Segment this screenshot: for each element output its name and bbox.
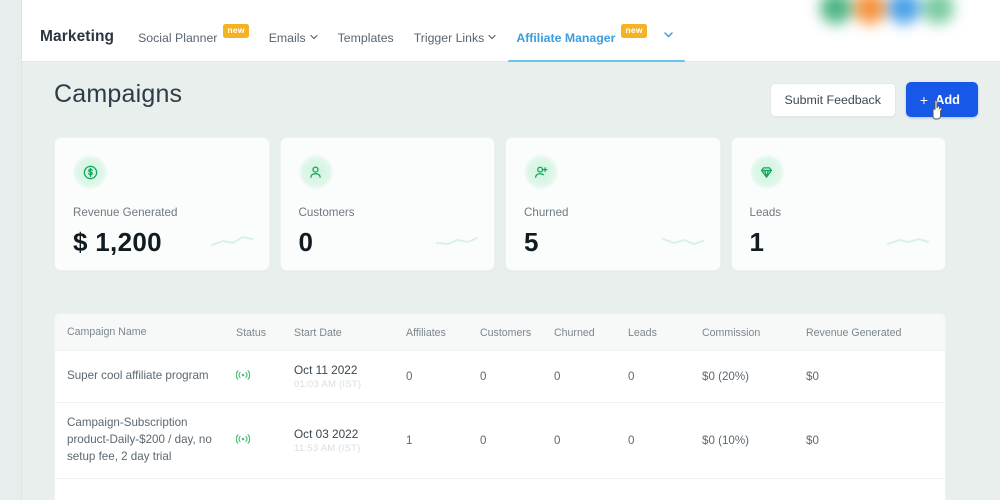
- start-date-value: Oct 03 2022: [294, 427, 394, 441]
- cell-status: [230, 351, 288, 403]
- app-window: Marketing Social Planner new Emails Temp…: [0, 0, 1000, 500]
- campaigns-table: Campaign Name Status Start Date Affiliat…: [54, 313, 946, 500]
- cell-campaign-name[interactable]: Super cool affiliate program: [55, 351, 230, 403]
- cell-leads: 0: [622, 351, 696, 403]
- column-header-churned[interactable]: Churned: [548, 314, 622, 351]
- sparkline: [436, 234, 478, 248]
- start-time-value: 11:53 AM (IST): [294, 443, 394, 454]
- nav-label: Templates: [338, 31, 394, 45]
- submit-feedback-button[interactable]: Submit Feedback: [770, 83, 896, 117]
- cell-affiliates: 0: [400, 351, 474, 403]
- cell-churned: 0: [548, 351, 622, 403]
- nav-submenu-chevron-icon[interactable]: [657, 27, 684, 62]
- nav-item-social-planner[interactable]: Social Planner new: [128, 31, 259, 62]
- stat-cards: Revenue Generated $ 1,200 Customers 0: [54, 137, 946, 271]
- brand-title: Marketing: [26, 28, 128, 62]
- sparkline: [662, 234, 704, 248]
- user-avatars-group[interactable]: [820, 0, 954, 24]
- lead-gem-icon: [750, 155, 784, 189]
- cell-churned: 0: [548, 403, 622, 478]
- start-time-value: 01:03 AM (IST): [294, 379, 394, 390]
- chevron-down-icon: [310, 33, 318, 41]
- stat-card-customers: Customers 0: [280, 137, 496, 271]
- add-button-label: Add: [935, 92, 960, 107]
- table-header-row: Campaign Name Status Start Date Affiliat…: [55, 314, 946, 351]
- table-row[interactable]: Super cool affiliate program Oct 11 2022: [55, 351, 946, 403]
- avatar: [922, 0, 954, 24]
- sparkline: [887, 234, 929, 248]
- cell-commission: $0 (20%): [696, 351, 800, 403]
- cell-revenue: $0: [800, 403, 946, 478]
- page-header: Campaigns Submit Feedback + Add: [22, 62, 1000, 134]
- stat-card-leads: Leads 1: [731, 137, 947, 271]
- table-body: Super cool affiliate program Oct 11 2022: [55, 351, 946, 478]
- nav-items: Marketing Social Planner new Emails Temp…: [22, 0, 684, 62]
- cell-commission: $0 (10%): [696, 403, 800, 478]
- cell-leads: 0: [622, 403, 696, 478]
- start-date-value: Oct 11 2022: [294, 363, 394, 377]
- column-header-customers[interactable]: Customers: [474, 314, 548, 351]
- campaigns-table-element: Campaign Name Status Start Date Affiliat…: [55, 314, 946, 479]
- broadcast-icon: [236, 433, 250, 448]
- left-rail: [0, 0, 22, 500]
- header-actions: Submit Feedback + Add: [770, 82, 979, 117]
- column-header-affiliates[interactable]: Affiliates: [400, 314, 474, 351]
- user-icon: [299, 155, 333, 189]
- avatar: [854, 0, 886, 24]
- nav-label: Emails: [269, 31, 306, 45]
- stat-card-revenue-generated: Revenue Generated $ 1,200: [54, 137, 270, 271]
- column-header-leads[interactable]: Leads: [622, 314, 696, 351]
- column-header-revenue-generated[interactable]: Revenue Generated: [800, 314, 946, 351]
- column-header-status[interactable]: Status: [230, 314, 288, 351]
- nav-item-emails[interactable]: Emails: [259, 31, 328, 62]
- chevron-down-icon: [488, 33, 496, 41]
- cell-customers: 0: [474, 403, 548, 478]
- cell-start-date: Oct 11 2022 01:03 AM (IST): [288, 351, 400, 403]
- table-row[interactable]: Campaign-Subscription product-Daily-$200…: [55, 403, 946, 478]
- sparkline: [211, 234, 253, 248]
- user-churn-icon: [524, 155, 558, 189]
- column-header-start-date[interactable]: Start Date: [288, 314, 400, 351]
- new-badge: new: [223, 24, 248, 38]
- nav-item-trigger-links[interactable]: Trigger Links: [404, 31, 507, 62]
- nav-label: Trigger Links: [414, 31, 485, 45]
- nav-label: Social Planner: [138, 31, 217, 45]
- stat-card-label: Customers: [299, 206, 477, 219]
- nav-label: Affiliate Manager: [516, 31, 615, 45]
- avatar: [820, 0, 852, 24]
- new-badge: new: [621, 24, 646, 38]
- table-header: Campaign Name Status Start Date Affiliat…: [55, 314, 946, 351]
- top-navigation-bar: Marketing Social Planner new Emails Temp…: [22, 0, 1000, 62]
- column-header-commission[interactable]: Commission: [696, 314, 800, 351]
- cell-campaign-name[interactable]: Campaign-Subscription product-Daily-$200…: [55, 403, 230, 478]
- cell-start-date: Oct 03 2022 11:53 AM (IST): [288, 403, 400, 478]
- broadcast-icon: [236, 369, 250, 384]
- cell-affiliates: 1: [400, 403, 474, 478]
- cell-status: [230, 403, 288, 478]
- cell-customers: 0: [474, 351, 548, 403]
- dollar-circle-icon: [73, 155, 107, 189]
- nav-item-affiliate-manager[interactable]: Affiliate Manager new: [506, 31, 656, 62]
- column-header-campaign-name[interactable]: Campaign Name: [55, 314, 230, 351]
- avatar: [888, 0, 920, 24]
- stat-card-label: Revenue Generated: [73, 206, 251, 219]
- stat-card-label: Leads: [750, 206, 928, 219]
- add-button[interactable]: + Add: [906, 82, 978, 117]
- page-title: Campaigns: [54, 80, 182, 109]
- cell-revenue: $0: [800, 351, 946, 403]
- stat-card-label: Churned: [524, 206, 702, 219]
- plus-icon: +: [920, 93, 928, 107]
- nav-item-templates[interactable]: Templates: [328, 31, 404, 62]
- stat-card-churned: Churned 5: [505, 137, 721, 271]
